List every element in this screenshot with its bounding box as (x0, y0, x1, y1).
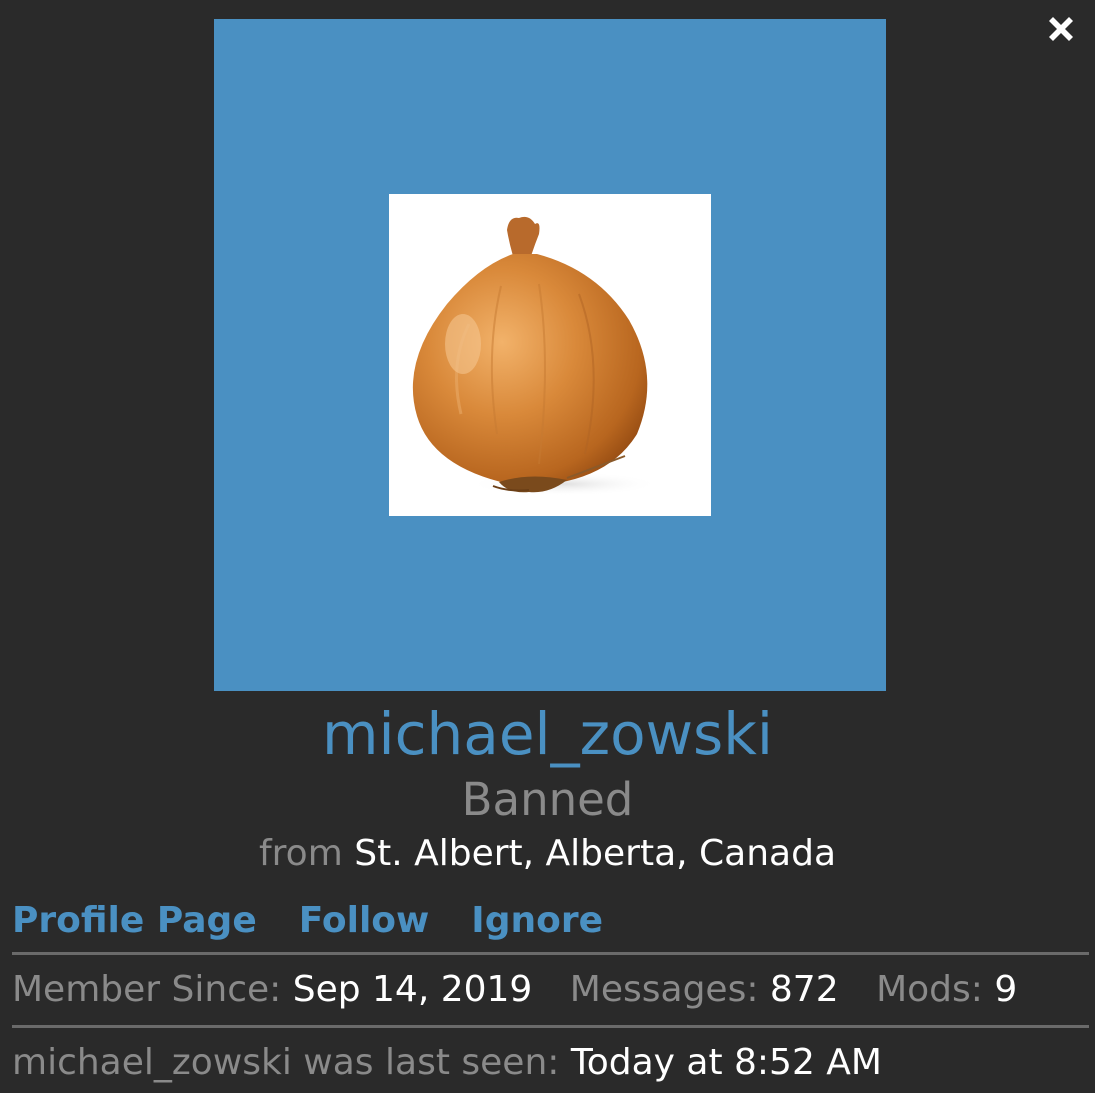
profile-page-link[interactable]: Profile Page (12, 900, 257, 941)
member-since-value: Sep 14, 2019 (292, 969, 533, 1010)
ignore-link[interactable]: Ignore (471, 900, 603, 941)
mods-label: Mods: (876, 969, 983, 1010)
last-seen-value: Today at 8:52 AM (570, 1042, 882, 1083)
member-tooltip-card: michael_zowski Banned from St. Albert, A… (0, 0, 1095, 1093)
avatar[interactable] (214, 19, 886, 691)
onion-avatar-image (389, 194, 711, 516)
divider (12, 952, 1089, 955)
divider (12, 1025, 1089, 1028)
user-title-banned: Banned (461, 773, 634, 826)
member-stats: Member Since: Sep 14, 2019 Messages: 872… (12, 964, 1043, 1016)
last-seen-label: michael_zowski was last seen: (12, 1042, 560, 1083)
follow-link[interactable]: Follow (299, 900, 430, 941)
member-action-links: Profile Page Follow Ignore (12, 895, 645, 947)
messages-value[interactable]: 872 (770, 969, 839, 1010)
location-value: St. Albert, Alberta, Canada (354, 833, 836, 874)
member-since-stat: Member Since: Sep 14, 2019 (12, 969, 544, 1010)
last-seen-info: michael_zowski was last seen: Today at 8… (12, 1037, 882, 1089)
user-location: from St. Albert, Alberta, Canada (0, 829, 1095, 879)
location-prefix: from (259, 833, 343, 874)
username-link[interactable]: michael_zowski (0, 694, 1095, 774)
messages-stat: Messages: 872 (570, 969, 850, 1010)
member-since-label: Member Since: (12, 969, 282, 1010)
close-icon[interactable] (1042, 10, 1080, 48)
mods-stat: Mods: 9 (876, 969, 1017, 1010)
messages-label: Messages: (569, 969, 759, 1010)
mods-value[interactable]: 9 (994, 969, 1017, 1010)
